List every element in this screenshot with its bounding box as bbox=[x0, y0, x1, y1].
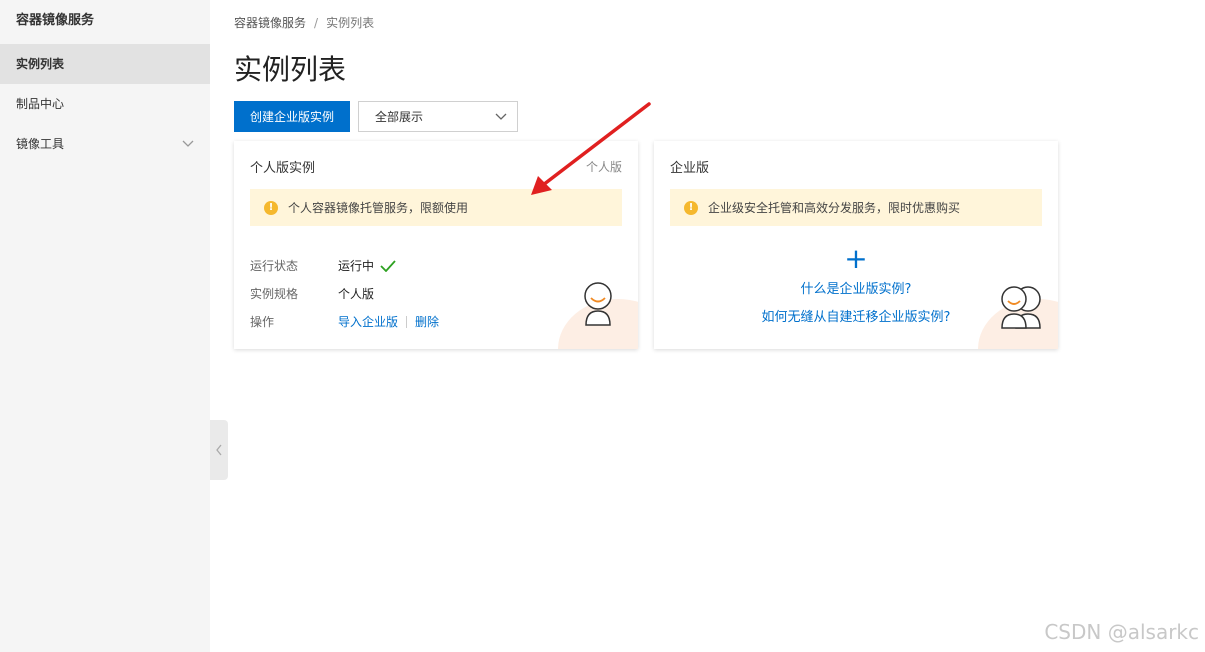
sidebar-item-label: 制品中心 bbox=[16, 97, 65, 111]
card-title: 企业版 bbox=[670, 161, 710, 176]
sidebar-item-label: 实例列表 bbox=[16, 57, 65, 71]
action-label: 操作 bbox=[250, 315, 275, 329]
check-icon bbox=[380, 259, 396, 272]
sidebar: 容器镜像服务 实例列表 制品中心 镜像工具 bbox=[0, 0, 210, 652]
page-title: 实例列表 bbox=[234, 53, 347, 86]
status-value: 运行中 bbox=[338, 259, 375, 273]
sidebar-item-label: 镜像工具 bbox=[16, 137, 65, 151]
spec-value: 个人版 bbox=[338, 287, 375, 301]
notice-banner: ! 个人容器镜像托管服务，限额使用 bbox=[250, 189, 622, 226]
person-avatar-icon bbox=[584, 282, 612, 326]
sidebar-item-artifact-center[interactable]: 制品中心 bbox=[0, 84, 210, 124]
breadcrumb: 容器镜像服务 / 实例列表 bbox=[234, 14, 374, 31]
warning-icon: ! bbox=[264, 200, 278, 215]
app-root: 容器镜像服务 实例列表 制品中心 镜像工具 容器镜像服务 / 实例列表 实例列表… bbox=[0, 0, 1205, 652]
create-enterprise-instance-button[interactable]: 创建企业版实例 bbox=[234, 101, 351, 132]
sidebar-item-instance-list[interactable]: 实例列表 bbox=[0, 44, 210, 84]
status-label: 运行状态 bbox=[250, 259, 299, 273]
link-divider bbox=[406, 315, 408, 328]
status-row: 运行状态 运行中 bbox=[250, 257, 396, 274]
watermark: CSDN @alsarkc bbox=[1044, 620, 1199, 644]
status-value-wrap: 运行中 bbox=[338, 257, 396, 274]
display-filter-value: 全部展示 bbox=[375, 110, 424, 124]
personal-instance-card: 个人版实例 个人版 ! 个人容器镜像托管服务，限额使用 运行状态 运行中 实例规… bbox=[234, 141, 638, 349]
chevron-down-icon bbox=[495, 113, 507, 120]
delete-link[interactable]: 删除 bbox=[415, 313, 439, 330]
card-edition-tag: 个人版 bbox=[585, 160, 622, 174]
sidebar-item-image-tools[interactable]: 镜像工具 bbox=[0, 124, 210, 164]
action-row: 操作 导入企业版 删除 bbox=[250, 313, 439, 330]
notice-text: 个人容器镜像托管服务，限额使用 bbox=[288, 201, 469, 215]
import-enterprise-link[interactable]: 导入企业版 bbox=[338, 313, 398, 330]
spec-row: 实例规格 个人版 bbox=[250, 285, 374, 302]
breadcrumb-root[interactable]: 容器镜像服务 bbox=[234, 14, 306, 31]
chevron-down-icon[interactable] bbox=[182, 124, 194, 164]
notice-banner: ! 企业级安全托管和高效分发服务，限时优惠购买 bbox=[670, 189, 1042, 226]
notice-text: 企业级安全托管和高效分发服务，限时优惠购买 bbox=[708, 201, 961, 215]
display-filter-select[interactable]: 全部展示 bbox=[358, 101, 519, 132]
main-content: 容器镜像服务 / 实例列表 实例列表 创建企业版实例 全部展示 个人版实例 个人… bbox=[210, 0, 1205, 652]
enterprise-instance-card: 企业版 ! 企业级安全托管和高效分发服务，限时优惠购买 + 什么是企业版实例? … bbox=[654, 141, 1058, 349]
add-enterprise-plus-icon[interactable]: + bbox=[654, 245, 1058, 273]
sidebar-title: 容器镜像服务 bbox=[16, 13, 95, 28]
breadcrumb-separator: / bbox=[314, 15, 319, 30]
group-avatar-icon bbox=[1001, 286, 1041, 329]
action-links: 导入企业版 删除 bbox=[338, 313, 439, 330]
warning-icon: ! bbox=[684, 200, 698, 215]
card-title: 个人版实例 bbox=[250, 161, 316, 176]
spec-label: 实例规格 bbox=[250, 287, 299, 301]
toolbar: 创建企业版实例 全部展示 bbox=[234, 101, 519, 132]
breadcrumb-current: 实例列表 bbox=[326, 16, 375, 30]
